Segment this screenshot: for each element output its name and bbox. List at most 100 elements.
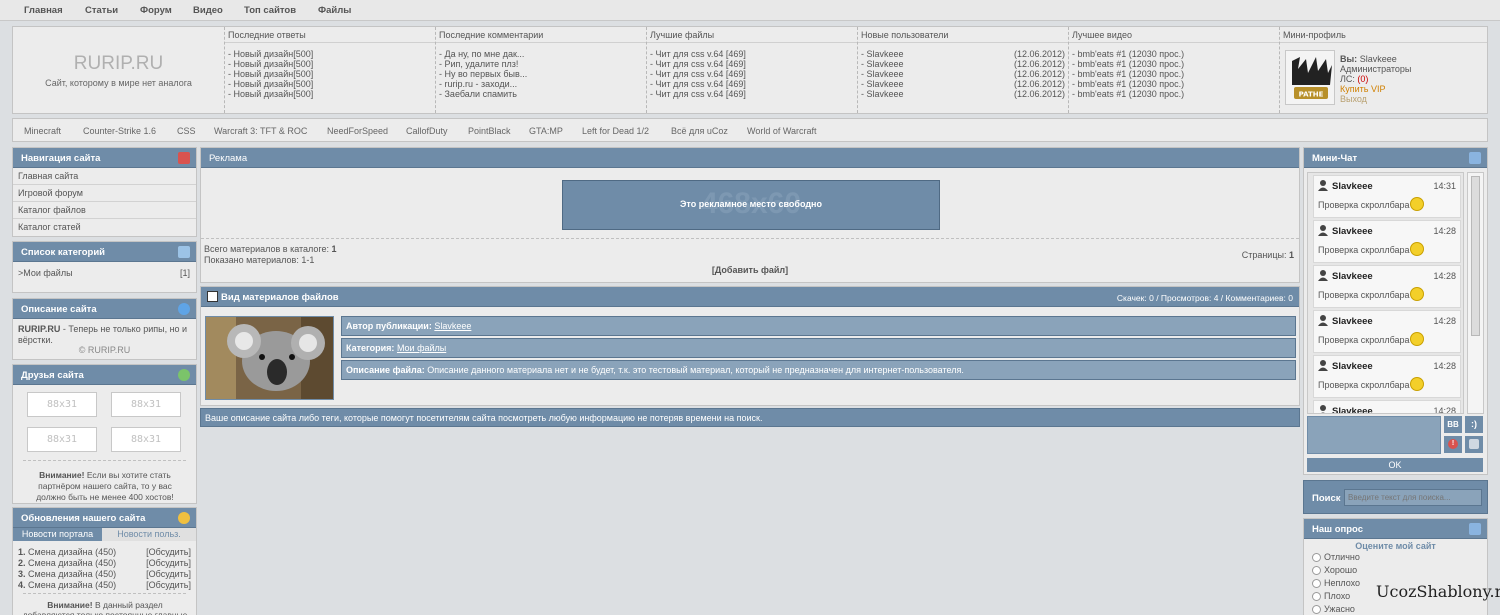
topnav-forum[interactable]: Форум xyxy=(140,5,172,16)
category-link[interactable]: PointBlack xyxy=(468,126,511,136)
tab-user-news[interactable]: Новости польз. xyxy=(102,528,196,541)
folder-icon xyxy=(178,246,190,258)
list-item[interactable]: - rurip.ru - заходи... xyxy=(439,79,643,89)
list-item[interactable]: - Slavkeee (12.06.2012) xyxy=(861,59,1065,69)
author-link[interactable]: Slavkeee xyxy=(434,321,471,331)
list-item[interactable]: 4. Смена дизайна (450) [Обсудить] xyxy=(18,580,191,590)
list-item[interactable]: - Заебали спамить xyxy=(439,89,643,99)
list-item[interactable]: - Новый дизайн[500] xyxy=(228,69,432,79)
pagination[interactable]: Страницы: 1 xyxy=(1242,250,1294,260)
category-link[interactable]: World of Warcraft xyxy=(747,126,817,136)
logout-link[interactable]: Выход xyxy=(1340,94,1367,104)
games-category-bar: Minecraft Counter-Strike 1.6 CSS Warcraf… xyxy=(12,118,1488,142)
column-title: Лучшее видео xyxy=(1072,30,1132,40)
list-item[interactable]: - Чит для css v.64 [469] xyxy=(650,89,854,99)
poll-option: Отлично xyxy=(1324,552,1360,562)
report-button[interactable]: ! xyxy=(1444,436,1462,453)
list-item[interactable]: - Да ну, по мне дак... xyxy=(439,49,643,59)
partner-banner[interactable]: 88x31 xyxy=(27,427,97,452)
list-item[interactable]: - bmb'eats #1 (12030 прос.) xyxy=(1072,49,1276,59)
list-item[interactable]: - Новый дизайн[500] xyxy=(228,79,432,89)
ad-banner[interactable]: 468x60 Это рекламное место свободно xyxy=(562,180,940,230)
profile-username[interactable]: Slavkeee xyxy=(1360,54,1397,64)
poll-radio[interactable] xyxy=(1312,605,1321,614)
user-icon xyxy=(1318,225,1328,236)
block-title: Друзья сайта xyxy=(13,365,196,385)
file-thumbnail[interactable] xyxy=(205,316,334,400)
poll-radio[interactable] xyxy=(1312,592,1321,601)
category-link[interactable]: Left for Dead 1/2 xyxy=(582,126,649,136)
list-item[interactable]: - bmb'eats #1 (12030 прос.) xyxy=(1072,69,1276,79)
chat-message: Slavkeee 14:28 xyxy=(1313,400,1461,413)
nav-item-forum[interactable]: Игровой форум xyxy=(13,185,196,202)
site-updates-block: Обновления нашего сайта Новости портала … xyxy=(12,507,197,615)
list-item[interactable]: - Новый дизайн[500] xyxy=(228,49,432,59)
category-link[interactable]: Всё для uCoz xyxy=(671,126,728,136)
list-item[interactable]: - bmb'eats #1 (12030 прос.) xyxy=(1072,89,1276,99)
list-item[interactable]: - bmb'eats #1 (12030 прос.) xyxy=(1072,59,1276,69)
topnav-files[interactable]: Файлы xyxy=(318,5,351,16)
profile-messages[interactable]: ЛС: (0) xyxy=(1340,74,1368,84)
avatar[interactable]: PATHE xyxy=(1285,50,1335,105)
list-item[interactable]: - Чит для css v.64 [469] xyxy=(650,49,854,59)
category-link[interactable]: CallofDuty xyxy=(406,126,448,136)
nav-item-home[interactable]: Главная сайта xyxy=(13,168,196,185)
list-item[interactable]: 1. Смена дизайна (450) [Обсудить] xyxy=(18,547,191,557)
list-item[interactable]: 3. Смена дизайна (450) [Обсудить] xyxy=(18,569,191,579)
add-file-button[interactable]: [Добавить файл] xyxy=(201,265,1299,275)
list-item[interactable]: - Ну во первых быв... xyxy=(439,69,643,79)
category-link[interactable]: Counter-Strike 1.6 xyxy=(83,126,156,136)
partner-banner[interactable]: 88x31 xyxy=(27,392,97,417)
category-link[interactable]: CSS xyxy=(177,126,196,136)
home-icon xyxy=(178,152,190,164)
category-link[interactable]: NeedForSpeed xyxy=(327,126,388,136)
category-link[interactable]: Minecraft xyxy=(24,126,61,136)
topnav-video[interactable]: Видео xyxy=(193,5,223,16)
search-input[interactable] xyxy=(1344,489,1482,506)
list-item[interactable]: - Новый дизайн[500] xyxy=(228,89,432,99)
list-item[interactable]: - Slavkeee (12.06.2012) xyxy=(861,69,1065,79)
mini-profile: Мини-профиль PATHE Вы: Slavkeee Админист… xyxy=(1279,27,1487,113)
list-item[interactable]: - Чит для css v.64 [469] xyxy=(650,79,854,89)
list-item[interactable]: - Slavkeee (12.06.2012) xyxy=(861,89,1065,99)
list-item[interactable]: - Новый дизайн[500] xyxy=(228,59,432,69)
list-item[interactable]: - bmb'eats #1 (12030 прос.) xyxy=(1072,79,1276,89)
latest-replies-column: Последние ответы - Новый дизайн[500] - Н… xyxy=(224,27,435,113)
thumbs-up-icon xyxy=(1469,439,1479,449)
category-link[interactable]: Warcraft 3: TFT & ROC xyxy=(214,126,307,136)
poll-radio[interactable] xyxy=(1312,579,1321,588)
category-link[interactable]: GTA:MP xyxy=(529,126,563,136)
topnav-top-sites[interactable]: Топ сайтов xyxy=(244,5,296,16)
tab-portal-news[interactable]: Новости портала xyxy=(13,528,102,541)
category-item[interactable]: >Мои файлы xyxy=(18,268,73,278)
poll-radio[interactable] xyxy=(1312,566,1321,575)
chat-message-input[interactable] xyxy=(1307,416,1441,454)
scrollbar-thumb[interactable] xyxy=(1471,176,1480,336)
partner-banner[interactable]: 88x31 xyxy=(111,392,181,417)
chat-ok-button[interactable]: OK xyxy=(1307,458,1483,472)
like-button[interactable] xyxy=(1465,436,1483,453)
list-item[interactable]: - Чит для css v.64 [469] xyxy=(650,69,854,79)
partner-note: Внимание! Если вы хотите стать партнёром… xyxy=(36,470,174,502)
list-item[interactable]: - Slavkeee (12.06.2012) xyxy=(861,49,1065,59)
poll-option: Неплохо xyxy=(1324,578,1361,588)
list-item[interactable]: - Чит для css v.64 [469] xyxy=(650,59,854,69)
nav-item-files[interactable]: Каталог файлов xyxy=(13,202,196,219)
buy-vip-link[interactable]: Купить VIP xyxy=(1340,84,1385,94)
site-logo[interactable]: RURIP.RU Сайт, которому в мире нет анало… xyxy=(13,27,224,113)
smiles-button[interactable]: :) xyxy=(1465,416,1483,433)
chat-scrollbar[interactable] xyxy=(1467,172,1484,414)
nav-item-articles[interactable]: Каталог статей xyxy=(13,219,196,236)
partner-banner[interactable]: 88x31 xyxy=(111,427,181,452)
bb-codes-button[interactable]: BB xyxy=(1444,416,1462,433)
chat-message: Slavkeee 14:31 Проверка скроллбара xyxy=(1313,175,1461,218)
list-item[interactable]: - Рип, удалите плз! xyxy=(439,59,643,69)
category-count: [1] xyxy=(179,268,190,278)
poll-radio[interactable] xyxy=(1312,553,1321,562)
info-icon xyxy=(178,303,190,315)
topnav-home[interactable]: Главная xyxy=(24,5,63,16)
list-item[interactable]: - Slavkeee (12.06.2012) xyxy=(861,79,1065,89)
topnav-articles[interactable]: Статьи xyxy=(85,5,118,16)
category-link[interactable]: Мои файлы xyxy=(397,343,446,353)
list-item[interactable]: 2. Смена дизайна (450) [Обсудить] xyxy=(18,558,191,568)
